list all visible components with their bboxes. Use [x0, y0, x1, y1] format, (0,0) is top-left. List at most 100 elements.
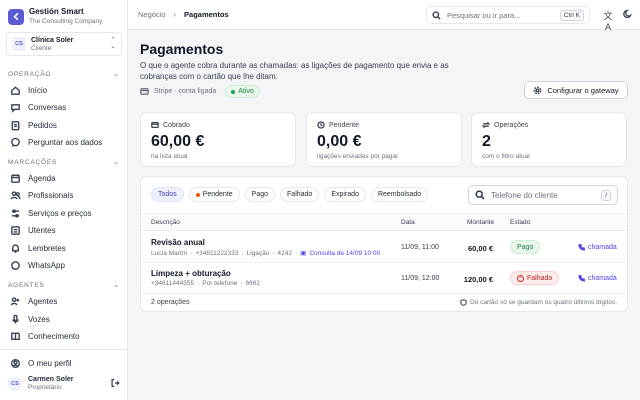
sidebar-item-perfil[interactable]: O meu perfil — [10, 355, 120, 371]
filter-chips: Todos Pendente Pago Falhado Expirado Ree… — [151, 187, 429, 202]
col-data: Data — [401, 219, 415, 226]
sidebar-item-inicio[interactable]: Início — [10, 82, 120, 98]
status-pill: × Falhado — [510, 271, 560, 285]
sidebar-item-vozes[interactable]: Vozes — [10, 311, 120, 327]
brand[interactable]: Gestión Smart The Consulting Company — [8, 7, 102, 26]
filter-falhado[interactable]: Falhado — [280, 187, 320, 202]
clock-icon — [317, 121, 325, 129]
section-operacao[interactable]: OPERAÇÃO ⌄ — [8, 70, 120, 79]
shield-icon — [460, 299, 467, 306]
calendar-icon: ▣ — [300, 250, 307, 257]
breadcrumb-negocio[interactable]: Negócio — [138, 10, 166, 19]
user-list-icon — [11, 225, 20, 235]
user-card[interactable]: CS Carmen Soler Proprietário — [8, 375, 120, 392]
sidebar-item-pedidos[interactable]: Pedidos — [10, 117, 120, 133]
sliders-icon — [11, 208, 20, 218]
mic-icon — [12, 314, 19, 324]
stat-value: 0,00 € — [317, 133, 362, 150]
provider-row: Stripe · conta ligada Ativo — [140, 85, 260, 98]
stat-sub: ligações enviadas por pagar — [317, 153, 399, 160]
sidebar-item-agenda[interactable]: Agenda — [10, 170, 120, 186]
users-icon — [10, 190, 21, 199]
filter-pendente[interactable]: Pendente — [188, 187, 240, 202]
sidebar-item-profissionais[interactable]: Profissionais — [10, 187, 120, 203]
section-marcacoes[interactable]: MARCAÇÕES ⌄ — [8, 158, 120, 167]
row-amount: 60,00 € — [467, 244, 493, 253]
filter-expirado[interactable]: Expirado — [324, 187, 366, 202]
status-badge: Ativo — [225, 85, 260, 98]
sidebar-item-utentes[interactable]: Utentes — [10, 222, 120, 238]
appointment-link[interactable]: Consulta de 14/09 10:00 — [309, 250, 380, 257]
book-icon — [11, 332, 20, 340]
filter-reembolsado[interactable]: Reembolsado — [370, 187, 429, 202]
sidebar-item-whatsapp[interactable]: WhatsApp — [10, 257, 120, 273]
stat-operacoes: Operações 2 com o filtro atual — [471, 112, 627, 167]
global-search-placeholder: Pesquisar ou ir para... — [447, 10, 521, 20]
stat-value: 60,00 € — [151, 133, 205, 150]
col-descricao: Descrição — [151, 219, 180, 226]
row-title: Limpeza + obturação — [151, 269, 231, 278]
sidebar-item-perguntar[interactable]: Perguntar aos dados — [10, 134, 120, 150]
card-icon — [151, 121, 159, 129]
chevron-updown-icon: ⌃ ⌄ — [110, 37, 116, 50]
call-link[interactable]: chamada — [578, 244, 617, 251]
page-title: Pagamentos — [140, 41, 224, 57]
org-avatar: CS — [12, 37, 26, 51]
row-meta: +34611444555 · Por telefone · 0002 — [151, 280, 260, 287]
stat-sub: com o filtro atual — [482, 153, 530, 160]
filter-todos[interactable]: Todos — [151, 187, 184, 202]
card-icon — [140, 88, 149, 95]
payments-table-card: Todos Pendente Pago Falhado Expirado Ree… — [140, 176, 628, 312]
search-shortcut: / — [601, 189, 611, 201]
search-icon — [475, 190, 485, 200]
org-name: Clínica Soler — [31, 36, 74, 44]
logout-icon[interactable] — [110, 378, 120, 390]
chevron-down-icon: ⌄ — [113, 159, 120, 166]
sidebar-item-conhecimento[interactable]: Conhecimento — [10, 328, 120, 344]
search-icon — [432, 10, 441, 20]
row-meta: Lucía Martín · +34611222333 · Ligação · 424… — [151, 249, 381, 258]
user-name: Carmen Soler — [28, 376, 74, 383]
agents-icon — [10, 296, 20, 305]
stat-pendente: Pendente 0,00 € ligações enviadas por pa… — [306, 112, 462, 167]
user-role: Proprietário — [28, 384, 62, 391]
theme-toggle-icon[interactable] — [622, 9, 634, 21]
sidebar-item-agentes[interactable]: Agentes — [10, 293, 120, 309]
col-estado: Estado — [510, 219, 531, 226]
sidebar-item-conversas[interactable]: Conversas — [10, 99, 120, 115]
table-row[interactable]: Revisão anual Lucía Martín · +34611222333… — [141, 232, 627, 263]
filter-pago[interactable]: Pago — [244, 187, 276, 202]
phone-icon — [578, 244, 585, 251]
row-amount: 120,00 € — [463, 275, 493, 284]
chat-bubble-icon — [11, 137, 20, 147]
x-circle-icon: × — [517, 274, 524, 282]
org-switcher[interactable]: CS Clínica Soler Cliente ⌃ ⌄ — [6, 32, 122, 56]
whatsapp-icon — [11, 260, 20, 270]
chevron-down-icon: ⌄ — [113, 71, 120, 78]
stat-value: 2 — [482, 133, 491, 150]
chat-icon — [11, 103, 20, 113]
table-row[interactable]: Limpeza + obturação +34611444555 · Por te… — [141, 263, 627, 294]
configure-gateway-button[interactable]: Configurar o gateway — [524, 81, 628, 99]
gear-icon — [533, 86, 542, 94]
bell-icon — [12, 243, 19, 253]
search-shortcut: Ctrl K — [559, 9, 584, 21]
home-icon — [11, 85, 20, 95]
global-search[interactable]: Pesquisar ou ir para... Ctrl K — [426, 6, 590, 24]
breadcrumb-separator: › — [173, 10, 177, 19]
phone-search-input[interactable]: Telefone do cliente / — [468, 185, 618, 205]
section-agentes[interactable]: AGENTES ⌄ — [8, 281, 120, 290]
call-link[interactable]: chamada — [578, 275, 617, 282]
pending-dot — [195, 192, 200, 197]
operation-count: 2 operações — [151, 299, 190, 306]
sidebar-divider — [0, 349, 128, 350]
table-header: Descrição Data Montante Estado — [141, 213, 627, 231]
sidebar-item-lembretes[interactable]: Lembretes — [10, 240, 120, 256]
status-pill: Pago — [510, 240, 541, 254]
clipboard-icon — [11, 120, 20, 130]
topbar: Negócio › Pagamentos Pesquisar ou ir par… — [128, 0, 640, 32]
sidebar-item-servicos[interactable]: Serviços e preços — [10, 205, 120, 221]
translate-icon[interactable]: 文A — [602, 9, 614, 32]
breadcrumb: Negócio › Pagamentos — [138, 10, 229, 19]
breadcrumb-current: Pagamentos — [184, 10, 229, 19]
